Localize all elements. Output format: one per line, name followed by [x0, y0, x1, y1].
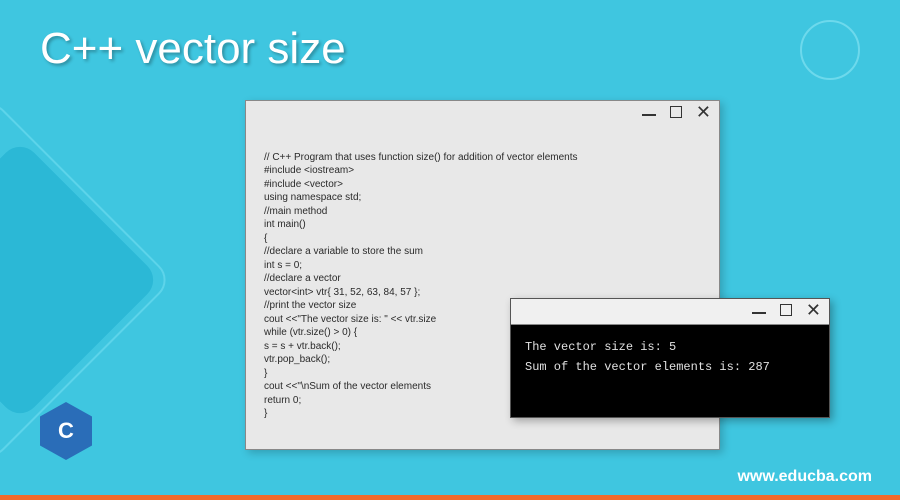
- window-controls: ✕: [642, 105, 711, 119]
- minimize-icon[interactable]: [752, 312, 766, 314]
- website-url: www.educba.com: [737, 468, 872, 486]
- terminal-controls: ✕: [752, 303, 821, 317]
- terminal-output: The vector size is: 5 Sum of the vector …: [511, 325, 829, 390]
- maximize-icon[interactable]: [780, 304, 792, 316]
- bg-diamond-fill: [0, 139, 161, 422]
- bg-circle-outline: [800, 20, 860, 80]
- close-icon[interactable]: ✕: [806, 303, 821, 317]
- page-title: C++ vector size: [40, 24, 346, 74]
- terminal-titlebar: ✕: [511, 299, 829, 325]
- cpp-logo-text: C: [58, 418, 74, 444]
- bottom-accent-bar: [0, 495, 900, 500]
- maximize-icon[interactable]: [670, 106, 682, 118]
- close-icon[interactable]: ✕: [696, 105, 711, 119]
- cpp-logo-badge: C: [40, 402, 92, 460]
- minimize-icon[interactable]: [642, 114, 656, 116]
- terminal-window: ✕ The vector size is: 5 Sum of the vecto…: [510, 298, 830, 418]
